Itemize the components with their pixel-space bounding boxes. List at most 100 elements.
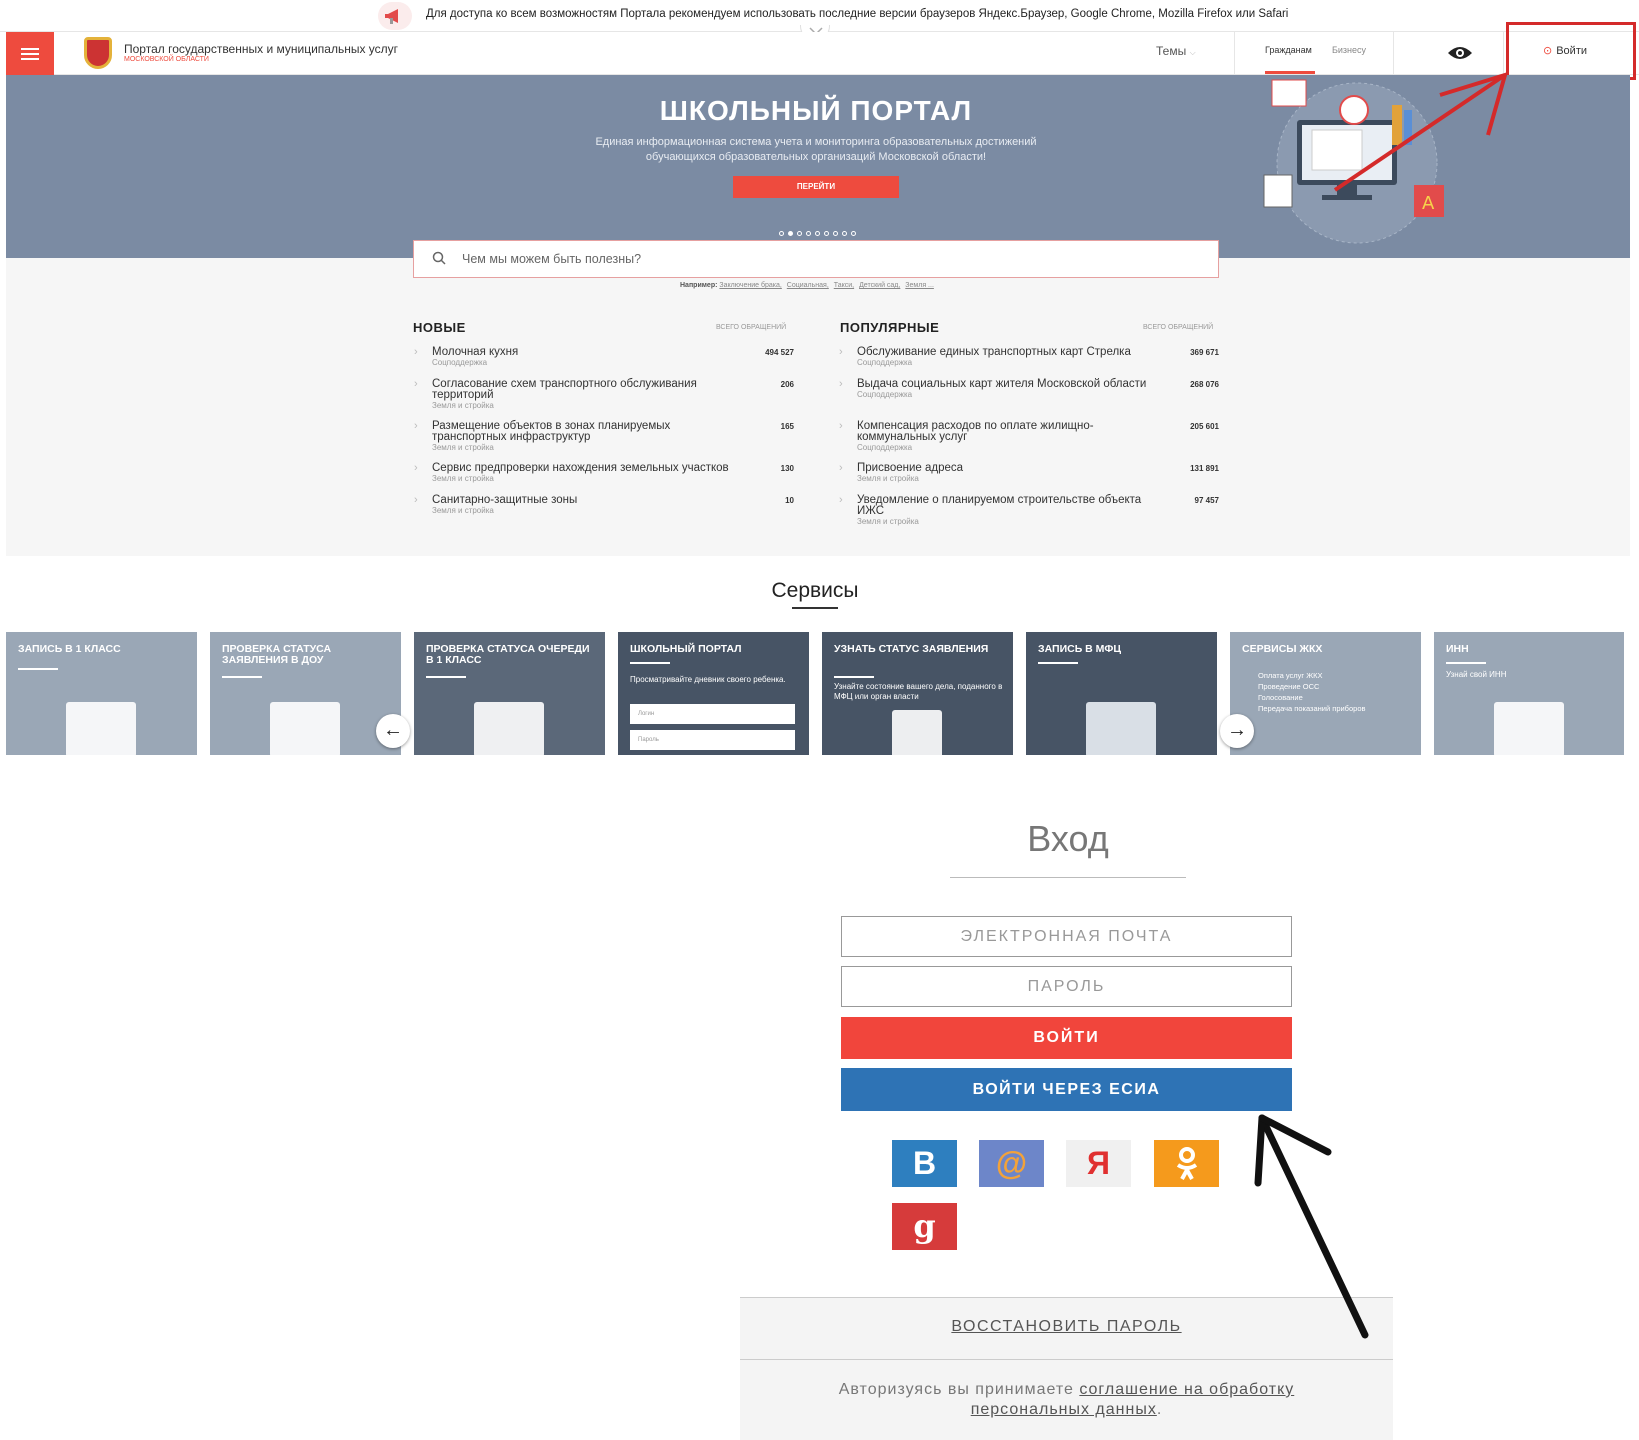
- vk-login-button[interactable]: В: [892, 1140, 957, 1187]
- service-card[interactable]: ПРОВЕРКА СТАТУСА ОЧЕРЕДИ В 1 КЛАСС: [414, 632, 605, 755]
- divider: [1446, 662, 1486, 664]
- accessibility-eye-icon[interactable]: [1447, 44, 1473, 67]
- list-item[interactable]: › Обслуживание единых транспортных карт С…: [839, 346, 1167, 367]
- login-button[interactable]: ВОЙТИ: [841, 1017, 1292, 1059]
- example-link[interactable]: Заключение брака,: [719, 282, 781, 289]
- coat-of-arms-logo[interactable]: [84, 37, 112, 69]
- service-card-title: ПРОВЕРКА СТАТУСА ЗАЯВЛЕНИЯ В ДОУ: [222, 643, 332, 666]
- restore-password-link[interactable]: ВОССТАНОВИТЬ ПАРОЛЬ: [740, 1318, 1393, 1336]
- divider: [630, 662, 670, 664]
- carousel-dot[interactable]: [833, 231, 838, 236]
- service-card[interactable]: ИНН Узнай свой ИНН: [1434, 632, 1624, 755]
- chevron-right-icon: ›: [414, 420, 418, 432]
- topics-label: Темы: [1156, 44, 1187, 58]
- school-illustration: A: [1263, 79, 1444, 244]
- carousel-dot[interactable]: [797, 231, 802, 236]
- service-card-title: УЗНАТЬ СТАТУС ЗАЯВЛЕНИЯ: [834, 643, 989, 655]
- portal-subtitle: московской области: [124, 56, 209, 63]
- bullet-item: Проведение ОСС: [1258, 682, 1320, 691]
- divider: [834, 676, 874, 678]
- carousel-dot[interactable]: [851, 231, 856, 236]
- service-card[interactable]: ШКОЛЬНЫЙ ПОРТАЛ Просматривайте дневник с…: [618, 632, 809, 755]
- tab-citizens[interactable]: Гражданам: [1265, 45, 1312, 55]
- list-item[interactable]: › Сервис предпроверки нахождения земельны…: [414, 462, 752, 483]
- document-icon: [1494, 702, 1564, 755]
- carousel-dot[interactable]: [779, 231, 784, 236]
- search-input[interactable]: [462, 249, 1162, 269]
- card-login-field[interactable]: Логин: [630, 704, 795, 724]
- list-item[interactable]: › Размещение объектов в зонах планируемых…: [414, 420, 732, 452]
- google-icon: g: [913, 1207, 936, 1245]
- arrow-left-icon: ←: [383, 719, 403, 741]
- list-item[interactable]: › Согласование схем транспортного обслужи…: [414, 378, 732, 410]
- topics-dropdown[interactable]: Темы ⌵: [1156, 44, 1196, 58]
- list-item-count: 131 891: [1190, 464, 1219, 473]
- hero-go-button[interactable]: ПЕРЕЙТИ: [733, 176, 899, 198]
- password-field[interactable]: [841, 966, 1292, 1007]
- search-box[interactable]: [413, 240, 1219, 278]
- list-item-name: Присвоение адреса: [857, 462, 964, 474]
- example-link[interactable]: Такси,: [834, 282, 854, 289]
- search-examples: Например: Заключение брака, Социальная, …: [680, 282, 937, 289]
- list-item[interactable]: › Уведомление о планируемом строительстве…: [839, 494, 1167, 526]
- carousel-dot[interactable]: [815, 231, 820, 236]
- agreement-prefix: Авторизуясь вы принимаете: [838, 1381, 1074, 1398]
- service-card[interactable]: СЕРВИСЫ ЖКХ Оплата услуг ЖКХ Проведение …: [1230, 632, 1421, 755]
- list-item[interactable]: › Санитарно-защитные зоны Земля и стройка: [414, 494, 732, 515]
- list-item-count: 97 457: [1194, 496, 1219, 505]
- list-item-name: Сервис предпроверки нахождения земельных…: [432, 462, 729, 474]
- carousel-dot[interactable]: [842, 231, 847, 236]
- carousel-dot[interactable]: [806, 231, 811, 236]
- notice-text: Для доступа ко всем возможностям Портала…: [426, 8, 1289, 20]
- example-link[interactable]: Социальная,: [787, 282, 829, 289]
- service-card-title: ПРОВЕРКА СТАТУСА ОЧЕРЕДИ В 1 КЛАСС: [426, 643, 590, 666]
- carousel-dots[interactable]: [779, 223, 860, 241]
- carousel-next-button[interactable]: →: [1220, 714, 1254, 748]
- list-item-count: 205 601: [1190, 422, 1219, 431]
- new-list-title: НОВЫЕ: [413, 320, 466, 335]
- list-item-category: Соцподдержка: [857, 358, 913, 367]
- esia-login-button[interactable]: ВОЙТИ ЧЕРЕЗ ЕСИА: [841, 1068, 1292, 1111]
- yandex-icon: Я: [1087, 1145, 1110, 1181]
- example-link[interactable]: Земля ...: [905, 282, 934, 289]
- carousel-dot[interactable]: [824, 231, 829, 236]
- portal-title[interactable]: Портал государственных и муниципальных у…: [124, 42, 398, 56]
- list-item[interactable]: › Присвоение адреса Земля и стройка: [839, 462, 1157, 483]
- odnoklassniki-login-button[interactable]: [1154, 1140, 1219, 1187]
- login-title-underline: [950, 877, 1186, 878]
- service-card[interactable]: ПРОВЕРКА СТАТУСА ЗАЯВЛЕНИЯ В ДОУ: [210, 632, 401, 755]
- list-item-category: Земля и стройка: [432, 443, 494, 452]
- list-item[interactable]: › Компенсация расходов по оплате жилищно-…: [839, 420, 1127, 452]
- list-item-category: Земля и стройка: [432, 401, 494, 410]
- chevron-right-icon: ›: [839, 494, 843, 506]
- google-login-button[interactable]: g: [892, 1203, 957, 1250]
- document-icon: [270, 702, 340, 755]
- card-password-field[interactable]: Пароль: [630, 730, 795, 750]
- tab-business[interactable]: Бизнесу: [1332, 45, 1366, 55]
- document-icon: [66, 702, 136, 755]
- service-card-title: ИНН: [1446, 643, 1469, 655]
- site-header: Портал государственных и муниципальных у…: [6, 32, 1639, 75]
- example-link[interactable]: Детский сад,: [859, 282, 900, 289]
- chevron-right-icon: ›: [839, 378, 843, 390]
- service-card[interactable]: ЗАПИСЬ В 1 КЛАСС: [6, 632, 197, 755]
- service-card[interactable]: УЗНАТЬ СТАТУС ЗАЯВЛЕНИЯ Узнайте состояни…: [822, 632, 1013, 755]
- new-list-column-label: всего обращений: [716, 324, 787, 331]
- list-item[interactable]: › Выдача социальных карт жителя Московско…: [839, 378, 1167, 399]
- divider: [426, 676, 466, 678]
- list-item-count: 10: [785, 496, 794, 505]
- megaphone-icon: [378, 2, 412, 30]
- service-card-description: Узнай свой ИНН: [1446, 670, 1507, 679]
- service-card[interactable]: ЗАПИСЬ В МФЦ: [1026, 632, 1217, 755]
- carousel-prev-button[interactable]: ←: [376, 714, 410, 748]
- mailru-login-button[interactable]: @: [979, 1140, 1044, 1187]
- search-icon: [432, 251, 446, 265]
- email-field[interactable]: [841, 916, 1292, 957]
- list-item[interactable]: › Молочная кухня Соцподдержка: [414, 346, 732, 367]
- yandex-login-button[interactable]: Я: [1066, 1140, 1131, 1187]
- odnoklassniki-icon: [1176, 1147, 1197, 1180]
- list-item-category: Соцподдержка: [857, 443, 913, 452]
- bullet-item: Передача показаний приборов: [1258, 704, 1366, 713]
- carousel-dot-active[interactable]: [788, 231, 793, 236]
- menu-icon[interactable]: [6, 32, 54, 75]
